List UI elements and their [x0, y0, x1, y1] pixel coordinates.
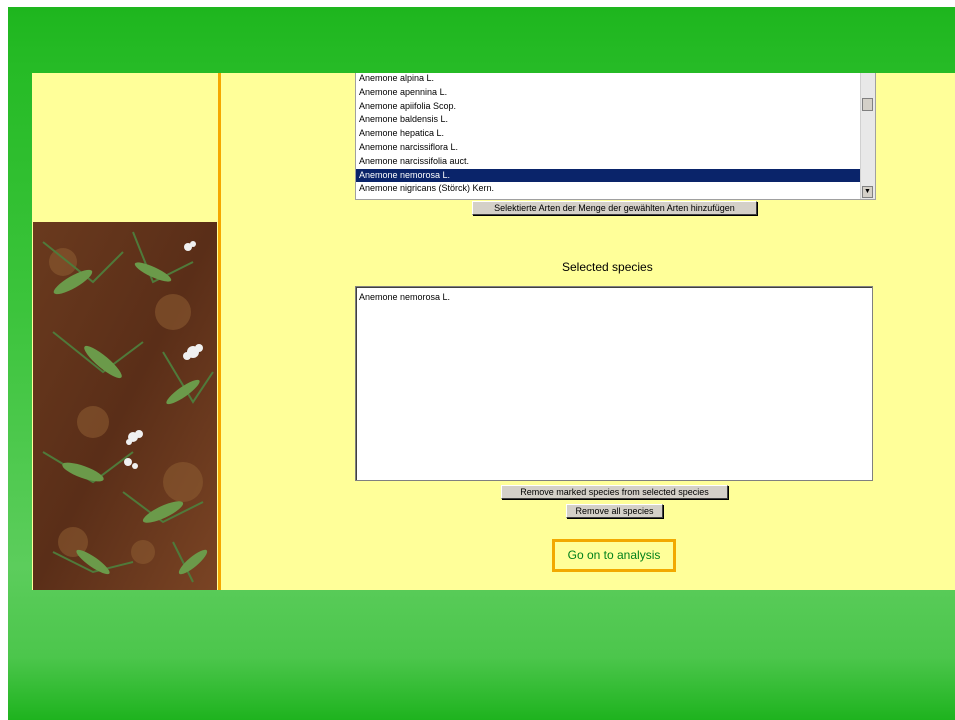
list-item[interactable]: Anemone alpina L.: [356, 73, 861, 86]
left-sidebar: [32, 73, 218, 590]
list-item[interactable]: Anemone narcissifolia auct.: [356, 155, 861, 169]
list-item[interactable]: Anemone baldensis L.: [356, 113, 861, 127]
list-item[interactable]: Anemone narcissiflora L.: [356, 141, 861, 155]
selected-species-heading: Selected species: [562, 260, 653, 274]
remove-marked-species-button[interactable]: Remove marked species from selected spec…: [501, 485, 728, 499]
available-species-list: Anemone alpina L. Anemone apennina L. An…: [356, 73, 861, 196]
list-item[interactable]: Anemone hepatica L.: [356, 127, 861, 141]
available-species-listbox[interactable]: Anemone alpina L. Anemone apennina L. An…: [355, 73, 876, 200]
list-item[interactable]: Anemone apiifolia Scop.: [356, 100, 861, 114]
scrollbar-thumb[interactable]: [862, 98, 873, 111]
sidebar-divider: [218, 73, 221, 590]
plant-photo-image: [33, 222, 217, 590]
list-item-selected[interactable]: Anemone nemorosa L.: [356, 168, 861, 183]
triangle-down-icon[interactable]: ▼: [862, 186, 873, 198]
list-item[interactable]: Anemone nemorosa L.: [359, 292, 450, 302]
web-page-content: Anemone alpina L. Anemone apennina L. An…: [32, 73, 955, 590]
presentation-slide: Anemone alpina L. Anemone apennina L. An…: [8, 7, 955, 720]
go-to-analysis-link[interactable]: Go on to analysis: [552, 539, 676, 572]
remove-all-species-button[interactable]: Remove all species: [566, 504, 663, 518]
plant-photo: [33, 222, 217, 590]
list-item[interactable]: Anemone nigricans (Störck) Kern.: [356, 182, 861, 196]
listbox-scrollbar[interactable]: ▼: [860, 73, 875, 199]
selected-species-listbox[interactable]: Anemone nemorosa L.: [355, 286, 873, 481]
add-selected-species-button[interactable]: Selektierte Arten der Menge der gewählte…: [472, 201, 757, 215]
list-item[interactable]: Anemone apennina L.: [356, 86, 861, 100]
